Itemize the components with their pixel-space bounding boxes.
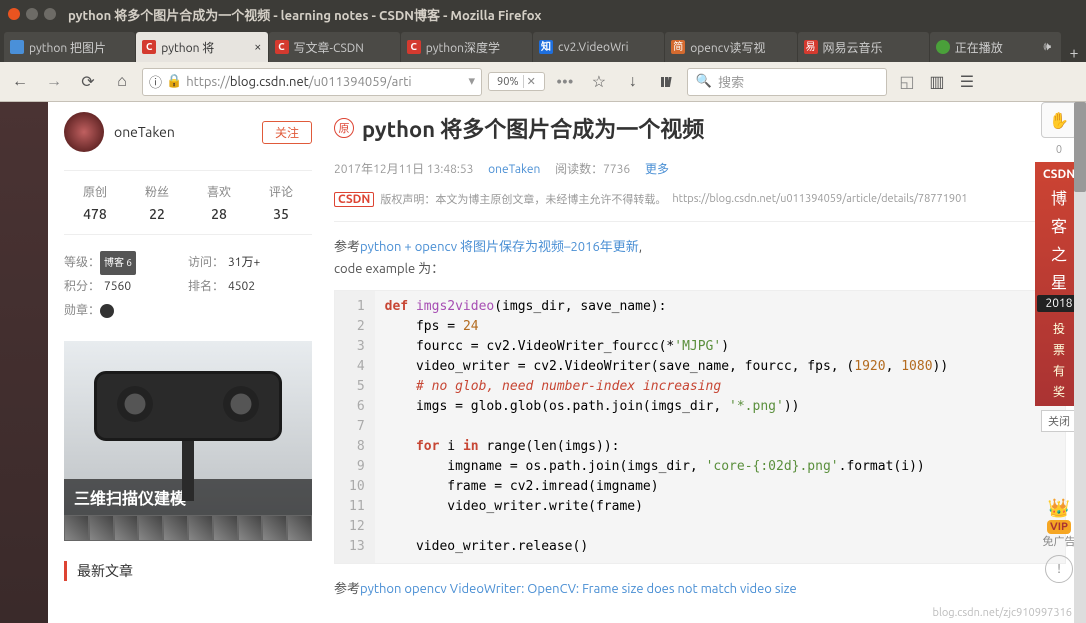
browser-tab[interactable]: 正在播放🕪: [930, 32, 1061, 62]
window-title: python 将多个图片合成为一个视频 - learning notes - C…: [68, 5, 541, 24]
code-content: def imgs2video(imgs_dir, save_name): fps…: [375, 291, 959, 563]
stat-comments[interactable]: 评论35: [250, 183, 312, 222]
article-author-link[interactable]: oneTaken: [488, 163, 540, 176]
csdn-badge: CSDN: [334, 192, 374, 207]
line-numbers: 12345678910111213: [335, 291, 375, 563]
toolbar: ← → ⟳ ⌂ ⓘ 🔒 https://blog.csdn.net/u01139…: [0, 62, 1086, 102]
browser-tab[interactable]: Cpython深度学: [401, 32, 532, 62]
page-action-icon[interactable]: •••: [551, 68, 579, 96]
code-block: 12345678910111213 def imgs2video(imgs_di…: [334, 290, 1066, 564]
download-button[interactable]: ↓: [619, 68, 647, 96]
browser-tab[interactable]: 知cv2.VideoWri: [533, 32, 664, 62]
stat-likes[interactable]: 喜欢28: [188, 183, 250, 222]
latest-articles-header: 最新文章: [64, 561, 312, 581]
watermark: blog.csdn.net/zjc910997316: [933, 607, 1072, 619]
search-icon: 🔍: [696, 74, 712, 89]
star-button[interactable]: ☆: [585, 68, 613, 96]
author-name[interactable]: oneTaken: [114, 124, 252, 140]
stat-original[interactable]: 原创478: [64, 183, 126, 222]
follow-button[interactable]: 关注: [262, 121, 312, 144]
stat-fans[interactable]: 粉丝22: [126, 183, 188, 222]
sidebar-ad[interactable]: 三维扫描仪建模: [64, 341, 312, 541]
author-stats: 原创478 粉丝22 喜欢28 评论35: [64, 170, 312, 235]
original-badge: 原: [334, 118, 354, 138]
url-field[interactable]: ⓘ 🔒 https://blog.csdn.net/u011394059/art…: [142, 68, 482, 96]
article-title: python 将多个图片合成为一个视频: [362, 112, 704, 144]
forward-button[interactable]: →: [40, 68, 68, 96]
avatar[interactable]: [64, 112, 104, 152]
reload-button[interactable]: ⟳: [74, 68, 102, 96]
library-button[interactable]: [653, 68, 681, 96]
minimize-window-button[interactable]: [26, 8, 38, 20]
close-window-button[interactable]: [8, 8, 20, 20]
author-meta: 等级：博客 6 访问：31万+ 积分：7560 排名：4502 勋章：: [64, 251, 312, 323]
blog-sidebar: oneTaken 关注 原创478 粉丝22 喜欢28 评论35 等级：博客 6…: [48, 102, 328, 623]
level-badge: 博客 6: [100, 251, 136, 275]
article-main: 原 python 将多个图片合成为一个视频 2017年12月11日 13:48:…: [328, 102, 1086, 623]
zoom-indicator[interactable]: 90%✕: [488, 72, 545, 91]
home-button[interactable]: ⌂: [108, 68, 136, 96]
back-button[interactable]: ←: [6, 68, 34, 96]
close-ad-button[interactable]: 关闭: [1041, 410, 1077, 432]
browser-tab[interactable]: C写文章-CSDN: [269, 32, 400, 62]
speaker-icon[interactable]: 🕪: [1043, 40, 1051, 54]
browser-tab[interactable]: 易网易云音乐: [798, 32, 929, 62]
window-controls: [8, 8, 56, 20]
extension-popup-icon[interactable]: ✋: [1041, 102, 1077, 138]
browser-tab[interactable]: 简opencv读写视: [665, 32, 796, 62]
extension-icon[interactable]: ◱: [893, 68, 921, 96]
window-title-bar: python 将多个图片合成为一个视频 - learning notes - C…: [0, 0, 1086, 28]
new-tab-button[interactable]: +: [1062, 44, 1086, 62]
search-field[interactable]: 🔍搜索: [687, 68, 887, 96]
reference-link[interactable]: python + opencv 将图片保存为视频–2016年更新: [360, 240, 639, 254]
close-tab-icon[interactable]: ×: [254, 40, 261, 54]
info-circle-icon[interactable]: !: [1045, 555, 1073, 583]
browser-tab[interactable]: Cpython 将×: [136, 32, 267, 62]
url-dropdown-icon[interactable]: ▾: [468, 74, 475, 89]
unity-launcher[interactable]: [0, 102, 48, 623]
more-link[interactable]: 更多: [645, 163, 669, 176]
medal-icon: [100, 304, 114, 318]
menu-button[interactable]: ☰: [953, 68, 981, 96]
browser-tab[interactable]: python 把图片: [4, 32, 135, 62]
scrollbar-thumb[interactable]: [1074, 102, 1086, 192]
maximize-window-button[interactable]: [44, 8, 56, 20]
info-icon[interactable]: ⓘ: [149, 72, 162, 91]
sidebar-button[interactable]: ▥: [923, 68, 951, 96]
lock-icon: 🔒: [166, 74, 182, 89]
tab-strip: python 把图片 Cpython 将× C写文章-CSDN Cpython深…: [0, 28, 1086, 62]
article-date: 2017年12月11日 13:48:53: [334, 163, 473, 176]
reference-link-2[interactable]: python opencv VideoWriter: OpenCV: Frame…: [360, 582, 797, 596]
